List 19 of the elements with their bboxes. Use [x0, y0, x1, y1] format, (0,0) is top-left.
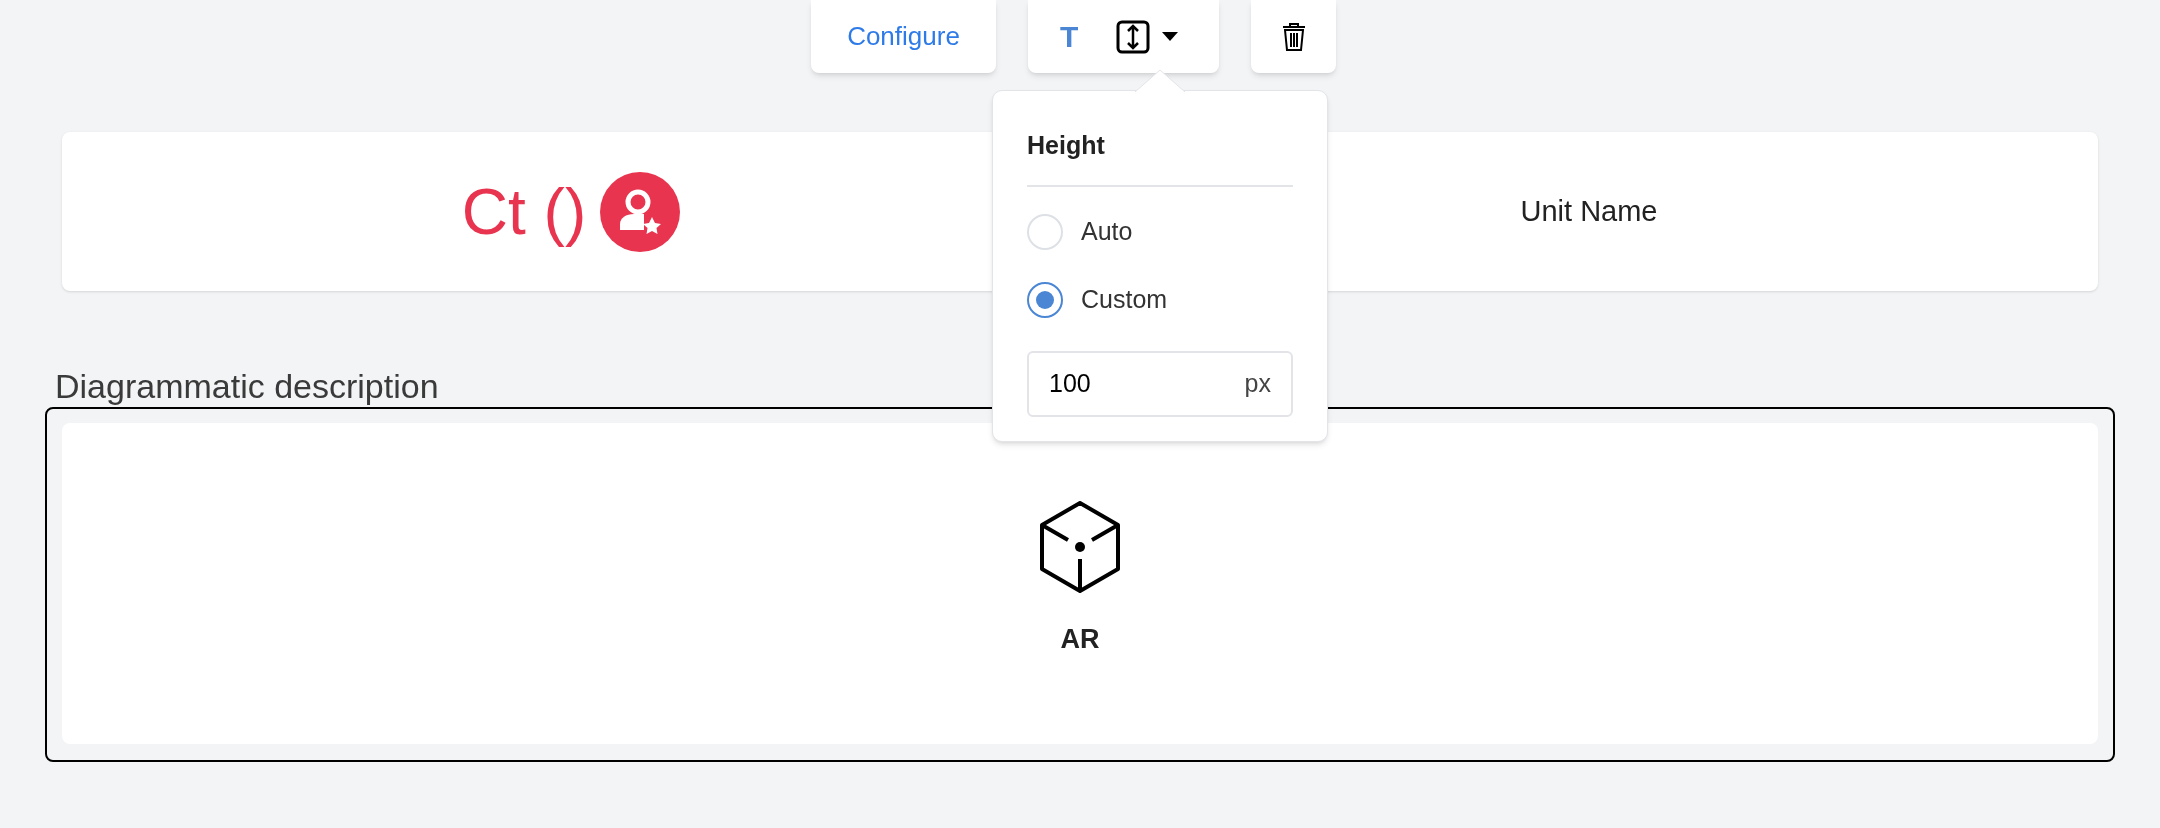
- section-title: Diagrammatic description: [55, 367, 439, 405]
- unit-label: px: [1244, 367, 1271, 399]
- header-title: Ct (): [461, 174, 587, 250]
- delete-button[interactable]: [1251, 0, 1336, 73]
- height-input[interactable]: 100 px: [1027, 350, 1293, 417]
- height-value: 100: [1049, 367, 1091, 399]
- configure-button[interactable]: Configure: [811, 0, 996, 73]
- caret-icon: [1162, 32, 1179, 41]
- popover-title: Height: [1027, 130, 1106, 161]
- text-format-button[interactable]: T: [1060, 14, 1079, 59]
- height-dropdown-button[interactable]: [1116, 19, 1179, 54]
- radio-label: Auto: [1081, 215, 1133, 247]
- radio-label: Custom: [1081, 283, 1168, 315]
- ar-label: AR: [1060, 623, 1100, 656]
- trash-icon: [1281, 21, 1306, 52]
- radio-button[interactable]: [1027, 281, 1063, 318]
- unit-name: Unit Name: [1520, 193, 1658, 229]
- height-icon: [1116, 19, 1151, 54]
- cube-icon: [1039, 501, 1121, 593]
